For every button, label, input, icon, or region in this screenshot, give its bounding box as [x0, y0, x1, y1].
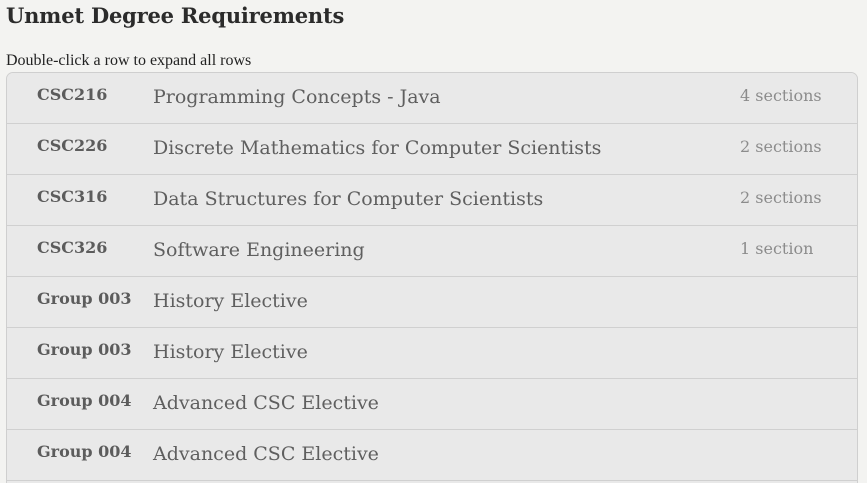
- requirement-row[interactable]: CSC226 Discrete Mathematics for Computer…: [7, 124, 857, 175]
- requirement-row[interactable]: Group 003 History Elective: [7, 277, 857, 328]
- course-name: Programming Concepts - Java: [153, 86, 441, 108]
- group-name: Advanced CSC Elective: [153, 443, 379, 465]
- course-name: Data Structures for Computer Scientists: [153, 188, 544, 210]
- requirements-page: Unmet Degree Requirements Double-click a…: [0, 0, 867, 483]
- requirement-row[interactable]: CSC316 Data Structures for Computer Scie…: [7, 175, 857, 226]
- requirement-row[interactable]: Group 004 Advanced CSC Elective: [7, 430, 857, 481]
- group-code: Group 003: [37, 340, 132, 359]
- section-count: 1 section: [740, 239, 814, 258]
- course-code: CSC326: [37, 238, 108, 257]
- course-name: Software Engineering: [153, 239, 365, 261]
- section-count: 2 sections: [740, 137, 822, 156]
- group-code: Group 003: [37, 289, 132, 308]
- requirements-list: CSC216 Programming Concepts - Java 4 sec…: [6, 72, 858, 483]
- section-count: 2 sections: [740, 188, 822, 207]
- requirement-row[interactable]: Group 004 Advanced CSC Elective: [7, 379, 857, 430]
- course-name: Discrete Mathematics for Computer Scient…: [153, 137, 602, 159]
- course-code: CSC316: [37, 187, 108, 206]
- requirement-row[interactable]: Group 003 History Elective: [7, 328, 857, 379]
- course-code: CSC216: [37, 85, 108, 104]
- group-code: Group 004: [37, 442, 132, 461]
- group-code: Group 004: [37, 391, 132, 410]
- requirement-row[interactable]: CSC326 Software Engineering 1 section: [7, 226, 857, 277]
- page-title: Unmet Degree Requirements: [6, 3, 345, 28]
- group-name: History Elective: [153, 290, 308, 312]
- group-name: Advanced CSC Elective: [153, 392, 379, 414]
- requirement-row[interactable]: CSC216 Programming Concepts - Java 4 sec…: [7, 73, 857, 124]
- group-name: History Elective: [153, 341, 308, 363]
- section-count: 4 sections: [740, 86, 822, 105]
- expand-hint: Double-click a row to expand all rows: [6, 52, 252, 69]
- course-code: CSC226: [37, 136, 108, 155]
